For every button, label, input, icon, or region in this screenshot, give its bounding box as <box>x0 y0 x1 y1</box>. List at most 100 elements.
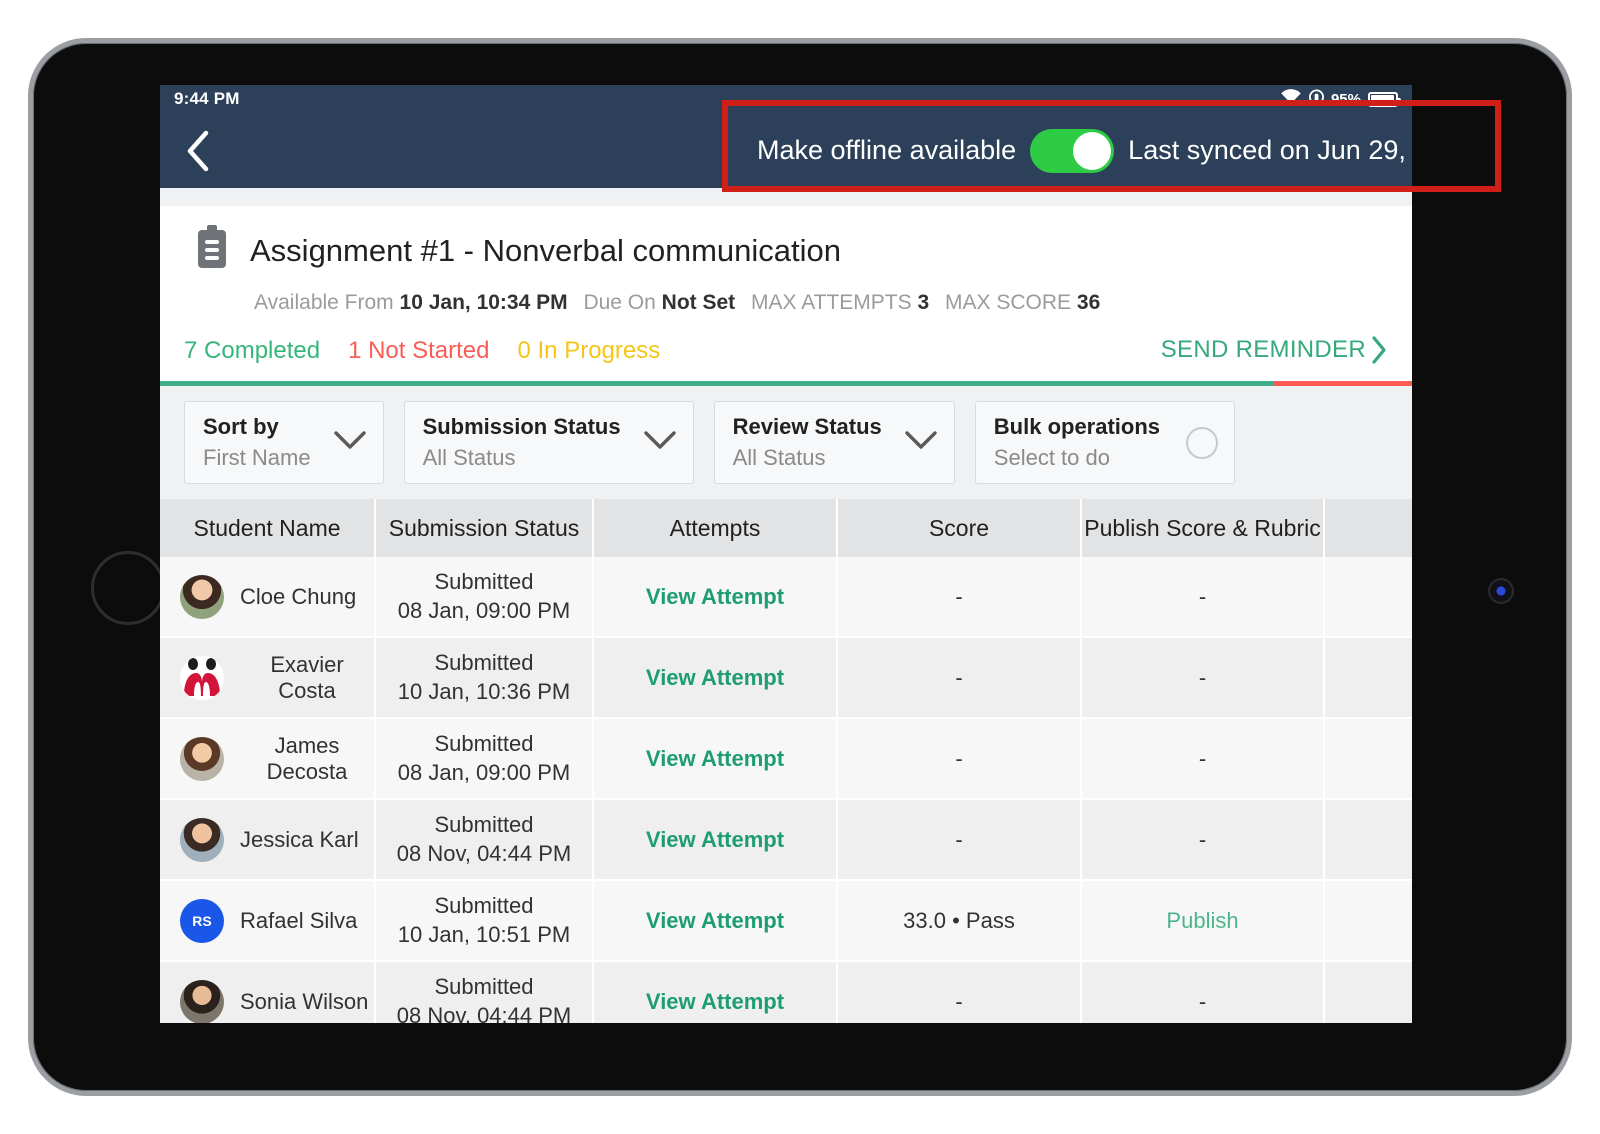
filter-bulk-operations-label: Bulk operations <box>993 414 1161 439</box>
view-attempt-link[interactable]: View Attempt <box>646 989 784 1015</box>
cell-submission-status: Submitted 10 Jan, 10:51 PM <box>376 881 594 960</box>
view-attempt-link[interactable]: View Attempt <box>646 827 784 853</box>
page-title: Assignment #1 - Nonverbal communication <box>250 232 841 268</box>
assignment-title-row: Assignment #1 - Nonverbal communication <box>160 218 1412 277</box>
max-attempts-label: MAX ATTEMPTS <box>751 291 912 314</box>
last-synced-label: Last synced on Jun 29, 9:44 PM <box>1128 135 1412 165</box>
app-screen: 9:44 PM 95% Make offline available Last … <box>160 85 1412 1023</box>
column-header-publish-score-rubric: Publish Score & Rubric <box>1082 499 1325 557</box>
chevron-left-icon <box>187 130 209 172</box>
send-reminder-button[interactable]: SEND REMINDER <box>1161 335 1388 365</box>
cell-attempts[interactable]: View Attempt <box>594 962 838 1023</box>
column-header-student-name: Student Name <box>160 499 376 557</box>
filter-sort-by[interactable]: Sort by First Name <box>184 401 384 484</box>
publish-button[interactable]: Publish <box>1166 908 1238 934</box>
score-value: - <box>955 664 963 690</box>
publish-empty-value: - <box>1198 745 1207 771</box>
home-button[interactable] <box>91 551 165 625</box>
cell-publish-score-rubric[interactable]: Publish <box>1082 881 1325 960</box>
count-completed: 7 Completed <box>184 337 321 364</box>
filter-submission-status[interactable]: Submission Status All Status <box>403 401 694 484</box>
completion-progress-bar <box>160 381 1412 386</box>
cell-attempts[interactable]: View Attempt <box>594 557 838 636</box>
cell-student-name: Cloe Chung <box>160 557 376 636</box>
view-attempt-link[interactable]: View Attempt <box>646 746 784 772</box>
cell-publish-score-rubric: - <box>1082 638 1325 717</box>
make-offline-available-toggle[interactable] <box>1030 128 1115 173</box>
due-on-value: Not Set <box>661 291 736 314</box>
cell-score: - <box>838 800 1082 879</box>
cell-publish-score-rubric: - <box>1082 962 1325 1023</box>
cell-score: - <box>838 557 1082 636</box>
status-bar: 9:44 PM 95% <box>160 85 1412 113</box>
cell-student-name: Sonia Wilson <box>160 962 376 1023</box>
lock-icon <box>1308 89 1324 109</box>
available-from-label: Available From <box>254 291 394 314</box>
publish-empty-value: - <box>1198 664 1207 690</box>
score-value: - <box>955 745 963 771</box>
front-camera-icon <box>1488 578 1514 604</box>
column-header-attempts: Attempts <box>594 499 838 557</box>
score-value: - <box>955 826 963 852</box>
status-counts-row: 7 Completed 1 Not Started 0 In Progress … <box>160 315 1412 381</box>
toggle-knob <box>1073 131 1112 170</box>
score-value: - <box>955 583 963 609</box>
filter-review-status[interactable]: Review Status All Status <box>713 401 955 484</box>
avatar <box>180 574 224 619</box>
back-button[interactable] <box>172 125 224 177</box>
cell-extra <box>1325 962 1412 1023</box>
student-name-label: Sonia Wilson <box>240 988 369 1014</box>
cell-publish-score-rubric: - <box>1082 719 1325 798</box>
view-attempt-link[interactable]: View Attempt <box>646 908 784 934</box>
table-row[interactable]: Sonia Wilson Submitted 08 Nov, 04:44 PM Vie… <box>160 962 1412 1023</box>
cell-student-name: Exavier Costa <box>160 638 376 717</box>
filter-bulk-operations-value: Select to do <box>993 445 1110 470</box>
cell-extra <box>1325 638 1412 717</box>
cell-attempts[interactable]: View Attempt <box>594 638 838 717</box>
filter-bulk-operations[interactable]: Bulk operations Select to do <box>974 401 1236 484</box>
table-row[interactable]: Cloe Chung Submitted 08 Jan, 09:00 PM View … <box>160 557 1412 638</box>
count-in-progress: 0 In Progress <box>517 337 661 364</box>
radio-circle-icon[interactable] <box>1186 426 1219 459</box>
available-from-value: 10 Jan, 10:34 PM <box>399 291 568 314</box>
table-row[interactable]: James Decosta Submitted 08 Jan, 09:00 PM Vi… <box>160 719 1412 800</box>
make-offline-available-label: Make offline available <box>757 135 1017 165</box>
column-header-score: Score <box>838 499 1082 557</box>
submission-status-text: Submitted 10 Jan, 10:36 PM <box>397 649 571 704</box>
avatar <box>180 817 224 862</box>
table-row[interactable]: RS Rafael Silva Submitted 10 Jan, 10:51 PM V… <box>160 881 1412 962</box>
chevron-down-icon <box>333 429 367 456</box>
column-header-submission-status: Submission Status <box>376 499 594 557</box>
student-name-label: Exavier Costa <box>270 651 344 703</box>
table-header-row: Student Name Submission Status Attempts … <box>160 499 1412 557</box>
cell-student-name: James Decosta <box>160 719 376 798</box>
submission-status-text: Submitted 08 Jan, 09:00 PM <box>397 730 571 785</box>
view-attempt-link[interactable]: View Attempt <box>646 584 784 610</box>
publish-empty-value: - <box>1198 826 1207 852</box>
score-value: - <box>955 988 963 1014</box>
chevron-down-icon <box>904 429 938 456</box>
view-attempt-link[interactable]: View Attempt <box>646 665 784 691</box>
submission-status-text: Submitted 10 Jan, 10:51 PM <box>397 892 571 947</box>
cell-publish-score-rubric: - <box>1082 800 1325 879</box>
table-row[interactable]: Exavier Costa Submitted 10 Jan, 10:36 PM Vi… <box>160 638 1412 719</box>
submission-status-text: Submitted 08 Nov, 04:44 PM <box>396 973 572 1023</box>
publish-empty-value: - <box>1198 988 1207 1014</box>
brand-logo-icon <box>184 657 220 696</box>
table-row[interactable]: Jessica Karl Submitted 08 Nov, 04:44 PM Vie… <box>160 800 1412 881</box>
column-header-extra <box>1325 499 1412 557</box>
filter-sort-by-value: First Name <box>203 445 311 470</box>
student-name-label: Rafael Silva <box>240 907 358 933</box>
submissions-table: Student Name Submission Status Attempts … <box>160 499 1412 1023</box>
cell-submission-status: Submitted 08 Jan, 09:00 PM <box>376 719 594 798</box>
cell-attempts[interactable]: View Attempt <box>594 719 838 798</box>
cell-attempts[interactable]: View Attempt <box>594 881 838 960</box>
cell-attempts[interactable]: View Attempt <box>594 800 838 879</box>
cell-publish-score-rubric: - <box>1082 557 1325 636</box>
battery-percent-label: 95% <box>1330 90 1361 108</box>
avatar <box>180 979 224 1023</box>
status-bar-indicators: 95% <box>1280 89 1401 109</box>
max-attempts-value: 3 <box>917 291 930 314</box>
cell-score: 33.0 • Pass <box>838 881 1082 960</box>
filters-row: Sort by First Name Submission Status All… <box>160 386 1412 499</box>
